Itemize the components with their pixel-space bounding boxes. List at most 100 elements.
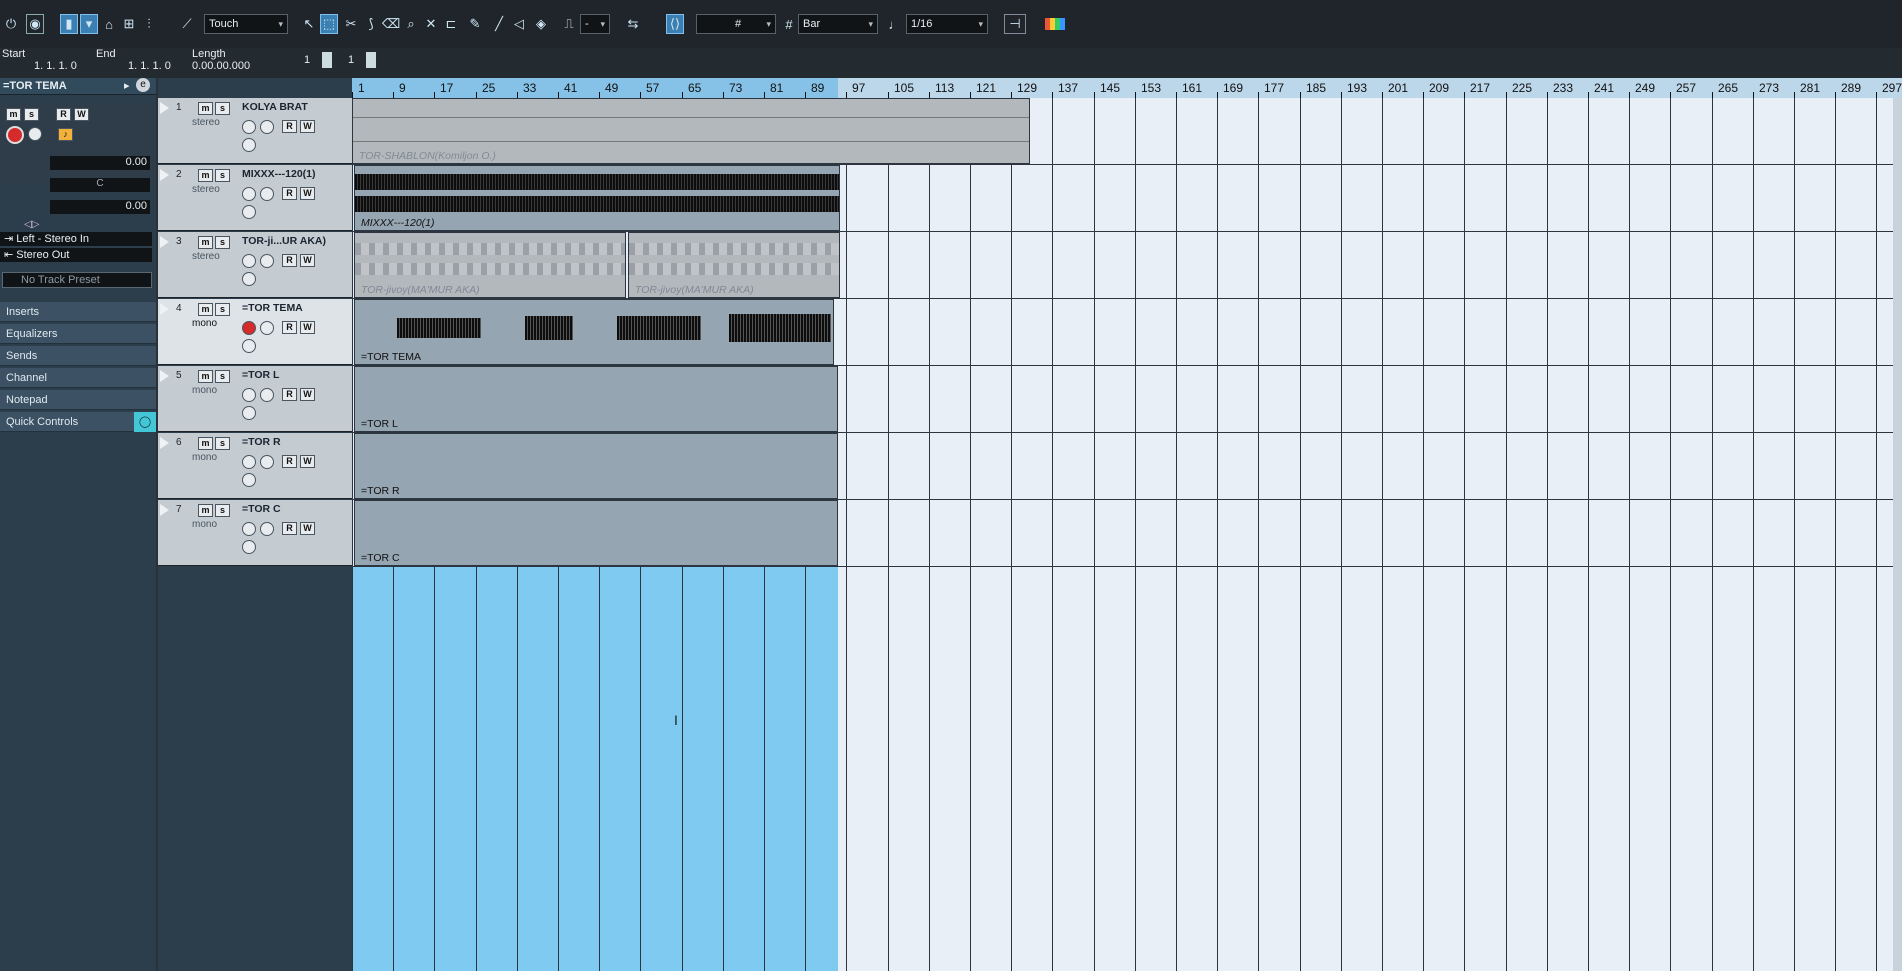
write-button[interactable]: W <box>300 455 315 468</box>
write-button[interactable]: W <box>300 187 315 200</box>
volume-field[interactable]: 0.00 <box>50 156 150 170</box>
expand-triangle-icon[interactable] <box>160 102 169 114</box>
snap-mode-icon[interactable]: ⇆ <box>624 14 642 34</box>
mute-button[interactable]: m <box>198 303 213 316</box>
inspector-monitor-icon[interactable] <box>28 127 42 141</box>
color-tool-icon[interactable]: ◈ <box>532 14 550 34</box>
edit-button[interactable]: e <box>242 406 256 420</box>
erase-tool-icon[interactable]: ⌫ <box>382 14 400 34</box>
record-icon[interactable] <box>242 321 256 335</box>
quantize-mode-select[interactable]: Bar <box>798 14 878 34</box>
snap-on-off-icon[interactable]: ⟨⟩ <box>666 14 684 34</box>
mute-button[interactable]: m <box>198 236 213 249</box>
monitor-icon[interactable] <box>260 254 274 268</box>
spin-value-1[interactable]: 1 <box>304 54 310 66</box>
track-row[interactable]: 7 m s =TOR C mono R W e <box>158 500 352 566</box>
inspector-write-button[interactable]: W <box>74 108 89 121</box>
auto-scroll-icon[interactable]: ⊣ <box>1004 14 1026 34</box>
inspector-lock-icon[interactable]: ♪ <box>58 128 73 141</box>
pan-field[interactable]: C <box>50 178 150 192</box>
nudge-icon[interactable]: ⎍ <box>560 14 578 34</box>
write-button[interactable]: W <box>300 522 315 535</box>
audio-event[interactable]: =TOR L <box>354 366 838 432</box>
record-icon[interactable] <box>242 254 256 268</box>
expand-triangle-icon[interactable] <box>160 504 169 516</box>
spin-arrows-icon[interactable] <box>322 52 332 68</box>
cycle-region-marker[interactable] <box>352 78 838 98</box>
length-value[interactable]: 0.00.00.000 <box>192 60 250 72</box>
glue-tool-icon[interactable]: ⟆ <box>362 14 380 34</box>
arrow-right-icon[interactable]: ▸ <box>124 79 130 92</box>
end-value[interactable]: 1. 1. 1. 0 <box>128 60 171 72</box>
solo-button[interactable]: s <box>215 370 230 383</box>
audio-event[interactable]: MIXXX---120(1) <box>354 165 840 231</box>
power-icon[interactable]: ⏻ <box>2 14 20 34</box>
read-button[interactable]: R <box>282 187 297 200</box>
record-icon[interactable] <box>242 388 256 402</box>
track-name[interactable]: =TOR R <box>242 436 281 448</box>
track-name[interactable]: MIXXX---120(1) <box>242 168 316 180</box>
read-button[interactable]: R <box>282 120 297 133</box>
draw-tool-icon[interactable]: ✎ <box>466 14 484 34</box>
quick-controls-icon[interactable]: ◯ <box>134 412 156 432</box>
expand-triangle-icon[interactable] <box>160 303 169 315</box>
track-row[interactable]: 1 m s KOLYA BRAT stereo R W e <box>158 98 352 164</box>
record-icon[interactable] <box>242 120 256 134</box>
monitor-icon[interactable] <box>260 187 274 201</box>
read-button[interactable]: R <box>282 254 297 267</box>
monitor-icon[interactable] <box>260 388 274 402</box>
record-icon[interactable] <box>242 455 256 469</box>
show-inspector-icon[interactable]: ▮ <box>60 14 78 34</box>
monitor-icon[interactable] <box>260 522 274 536</box>
mute-button[interactable]: m <box>198 102 213 115</box>
audio-event[interactable]: =TOR C <box>354 500 838 566</box>
monitor-icon[interactable] <box>260 321 274 335</box>
timeline-ruler[interactable]: 1 9 17 25 33 41 49 57 65 73 81 89 97 105 113 121 129 137 1… <box>352 78 1902 99</box>
track-row[interactable]: 4 m s =TOR TEMA mono R W e <box>158 299 352 365</box>
edit-button[interactable]: e <box>242 473 256 487</box>
output-routing-select[interactable]: ⇤ Stereo Out <box>0 248 152 262</box>
track-name[interactable]: KOLYA BRAT <box>242 101 308 113</box>
track-name[interactable]: =TOR TEMA <box>242 302 303 314</box>
mute-button[interactable]: m <box>198 169 213 182</box>
solo-button[interactable]: s <box>215 236 230 249</box>
read-button[interactable]: R <box>282 321 297 334</box>
expand-triangle-icon[interactable] <box>160 169 169 181</box>
constrain-delay-icon[interactable]: ◉ <box>26 14 44 34</box>
write-button[interactable]: W <box>300 321 315 334</box>
write-button[interactable]: W <box>300 388 315 401</box>
object-select-tool-icon[interactable]: ↖ <box>300 14 318 34</box>
start-value[interactable]: 1. 1. 1. 0 <box>34 60 77 72</box>
spin-value-2[interactable]: 1 <box>348 54 354 66</box>
track-row[interactable]: 3 m s TOR-ji...UR AKA) stereo R W e <box>158 232 352 298</box>
range-selection[interactable] <box>352 566 838 971</box>
monitor-icon[interactable] <box>260 120 274 134</box>
split-tool-icon[interactable]: ✂ <box>342 14 360 34</box>
solo-button[interactable]: s <box>215 102 230 115</box>
solo-button[interactable]: s <box>215 303 230 316</box>
read-button[interactable]: R <box>282 455 297 468</box>
edit-channel-icon[interactable]: e <box>136 78 150 92</box>
edit-button[interactable]: e <box>242 138 256 152</box>
inspector-section-equalizers[interactable]: Equalizers <box>0 324 156 344</box>
expand-triangle-icon[interactable] <box>160 437 169 449</box>
write-button[interactable]: W <box>300 120 315 133</box>
audio-event[interactable]: TOR-jivoy(MA'MUR AKA) <box>354 232 626 298</box>
inspector-mute-button[interactable]: m <box>6 108 21 121</box>
write-button[interactable]: W <box>300 254 315 267</box>
inspector-solo-button[interactable]: s <box>24 108 39 121</box>
automation-icon[interactable]: ⟋ <box>178 14 196 34</box>
expand-triangle-icon[interactable] <box>160 370 169 382</box>
track-name[interactable]: =TOR L <box>242 369 279 381</box>
track-row[interactable]: 2 m s MIXXX---120(1) stereo R W e <box>158 165 352 231</box>
audio-event[interactable]: =TOR R <box>354 433 838 499</box>
track-row[interactable]: 6 m s =TOR R mono R W e <box>158 433 352 499</box>
inspector-section-sends[interactable]: Sends <box>0 346 156 366</box>
show-overview-icon[interactable]: ▾ <box>80 14 98 34</box>
range-select-tool-icon[interactable]: ⬚ <box>320 14 338 34</box>
play-tool-icon[interactable]: ◁ <box>510 14 528 34</box>
zoom-tool-icon[interactable]: ⌕ <box>402 14 420 34</box>
solo-button[interactable]: s <box>215 437 230 450</box>
mute-button[interactable]: m <box>198 437 213 450</box>
mute-button[interactable]: m <box>198 370 213 383</box>
